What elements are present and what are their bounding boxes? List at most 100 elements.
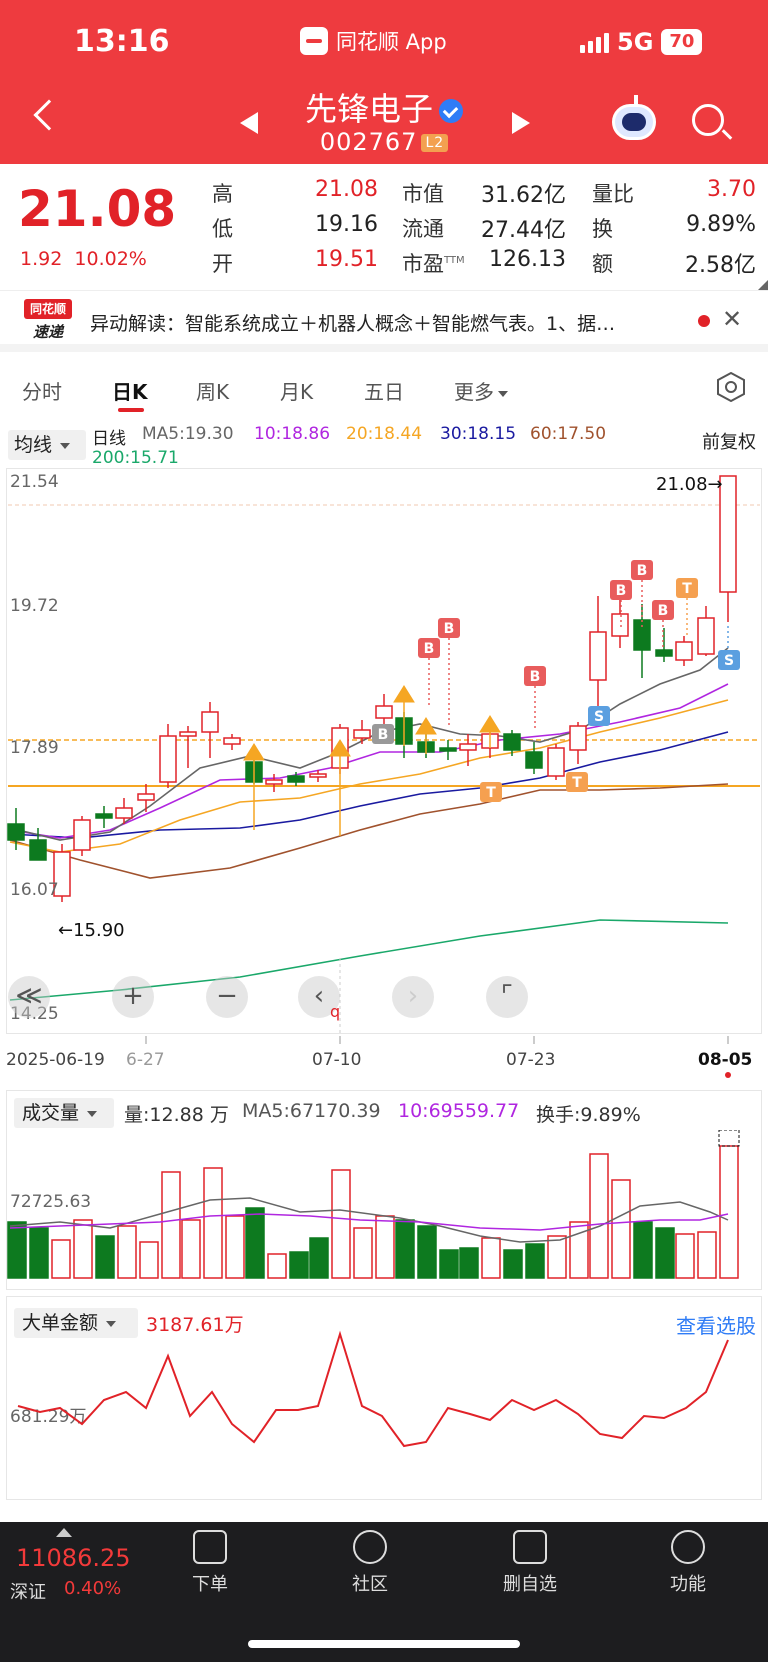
next-stock-icon[interactable]	[512, 112, 530, 134]
candle	[675, 641, 693, 661]
buy-signal-label: B	[637, 563, 648, 579]
search-icon[interactable]	[692, 104, 724, 136]
candle	[589, 631, 607, 681]
y-axis-top: 21.54	[10, 472, 59, 492]
chevron-down-icon	[87, 1110, 98, 1117]
pe-label-text: 市盈	[402, 252, 444, 276]
quote-panel: 21.08 1.92 10.02% 高 21.08 低 19.16 开 19.5…	[0, 164, 768, 290]
news-logo-top: 同花顺	[24, 299, 72, 319]
robot-assistant-icon[interactable]	[612, 95, 656, 140]
volume-bar	[375, 1215, 395, 1279]
high-value: 21.08	[315, 177, 378, 202]
volume-bar	[547, 1235, 567, 1279]
close-icon[interactable]: ✕	[722, 305, 742, 333]
volume-bar	[289, 1251, 309, 1279]
volume-bar	[331, 1169, 351, 1279]
candle	[697, 617, 715, 655]
candle	[309, 773, 327, 778]
price-adjust-toggle[interactable]: 前复权	[702, 428, 756, 454]
volume-bar	[675, 1233, 695, 1279]
sell-signal-label: S	[724, 653, 734, 669]
period-tabs: 分时 日K 周K 月K 五日 更多	[0, 360, 768, 416]
volume-bar	[29, 1227, 49, 1279]
level2-badge[interactable]: L2	[421, 134, 449, 152]
buy-signal-label: B	[444, 621, 455, 637]
tab-more-label: 更多	[454, 380, 494, 404]
candle	[633, 619, 651, 651]
volume-bar	[161, 1171, 181, 1279]
volume-bar	[225, 1215, 245, 1279]
home-indicator[interactable]	[248, 1640, 520, 1648]
date-end: 08-05	[698, 1050, 753, 1070]
high-price-marker: 21.08→	[656, 474, 723, 495]
zoom-out-button[interactable]: −	[206, 976, 248, 1018]
turnover-label: 换	[592, 217, 613, 241]
ma60-line	[9, 783, 729, 879]
order-document-icon	[193, 1530, 227, 1564]
volume-bar	[633, 1221, 653, 1279]
volume-bar	[73, 1219, 93, 1279]
big-order-chart[interactable]	[0, 1296, 768, 1500]
volume-bar	[611, 1179, 631, 1279]
volume-chart[interactable]	[0, 1130, 768, 1290]
date-4: 07-23	[506, 1050, 556, 1070]
nav-remove-watchlist[interactable]: 删自选	[470, 1530, 590, 1596]
candle	[159, 735, 177, 783]
candle	[459, 743, 477, 751]
date-3: 07-10	[312, 1050, 362, 1070]
pan-right-button[interactable]: ›	[392, 976, 434, 1018]
collapse-button[interactable]: ≪	[8, 976, 50, 1018]
volume-bar	[203, 1167, 223, 1279]
t-signal-label: T	[682, 581, 692, 597]
indicator-select[interactable]: 均线	[8, 430, 86, 460]
tab-daily-k[interactable]: 日K	[112, 376, 148, 405]
tab-weekly-k[interactable]: 周K	[196, 376, 229, 405]
candle	[353, 729, 371, 739]
t-arrow-icon	[393, 685, 415, 703]
volume-bar	[7, 1221, 27, 1279]
nav-order[interactable]: 下单	[150, 1530, 270, 1596]
nav-community[interactable]: 社区	[310, 1530, 430, 1596]
volume-bar	[309, 1237, 329, 1279]
remove-watchlist-icon	[513, 1530, 547, 1564]
tab-monthly-k[interactable]: 月K	[280, 376, 313, 405]
nav-functions[interactable]: 功能	[628, 1530, 748, 1596]
expand-corner-icon[interactable]	[758, 280, 768, 290]
buy-signal-label: B	[658, 603, 669, 619]
volume-indicator-select[interactable]: 成交量	[14, 1098, 114, 1128]
buy-signal-label: B	[530, 669, 541, 685]
price-change: 1.92 10.02%	[20, 248, 147, 270]
active-tab-indicator	[118, 408, 144, 412]
network-type: 5G	[617, 28, 654, 56]
y-axis-bottom: 16.07	[10, 880, 59, 900]
settings-hexagon-icon[interactable]	[716, 372, 746, 402]
tab-intraday[interactable]: 分时	[22, 376, 62, 405]
community-star-icon	[353, 1530, 387, 1564]
volume-bar	[655, 1227, 675, 1279]
high-label: 高	[212, 182, 233, 206]
volume-select-label: 成交量	[22, 1102, 80, 1124]
y-axis-mid: 19.72	[10, 596, 59, 616]
cursor-label: q	[330, 1002, 341, 1021]
volume-bar	[117, 1225, 137, 1279]
candle	[375, 705, 393, 719]
fullscreen-button[interactable]: ⌜	[486, 976, 528, 1018]
index-change: 0.40%	[64, 1578, 122, 1599]
index-name: 深证	[10, 1582, 46, 1603]
stock-name-text: 先锋电子	[304, 90, 433, 128]
kline-chart[interactable]: B B B B B B B T T T S S	[0, 468, 768, 1034]
line-type-label: 日线	[92, 429, 126, 449]
buy-signal-label: B	[424, 641, 435, 657]
volume-bar	[503, 1249, 523, 1279]
volume-today-marker	[718, 1130, 740, 1147]
news-text[interactable]: 异动解读：智能系统成立＋机器人概念＋智能燃气表。1、据…	[90, 309, 680, 336]
tab-more[interactable]: 更多	[454, 376, 508, 405]
news-banner[interactable]: 同花顺 速递 异动解读：智能系统成立＋机器人概念＋智能燃气表。1、据… ✕	[0, 290, 768, 352]
candle	[179, 731, 197, 737]
index-value[interactable]: 11086.25	[16, 1544, 131, 1572]
tab-five-day[interactable]: 五日	[364, 376, 404, 405]
zoom-in-button[interactable]: +	[112, 976, 154, 1018]
candle	[503, 733, 521, 751]
date-cursor-dot	[725, 1072, 731, 1078]
volume-bar	[719, 1145, 739, 1279]
